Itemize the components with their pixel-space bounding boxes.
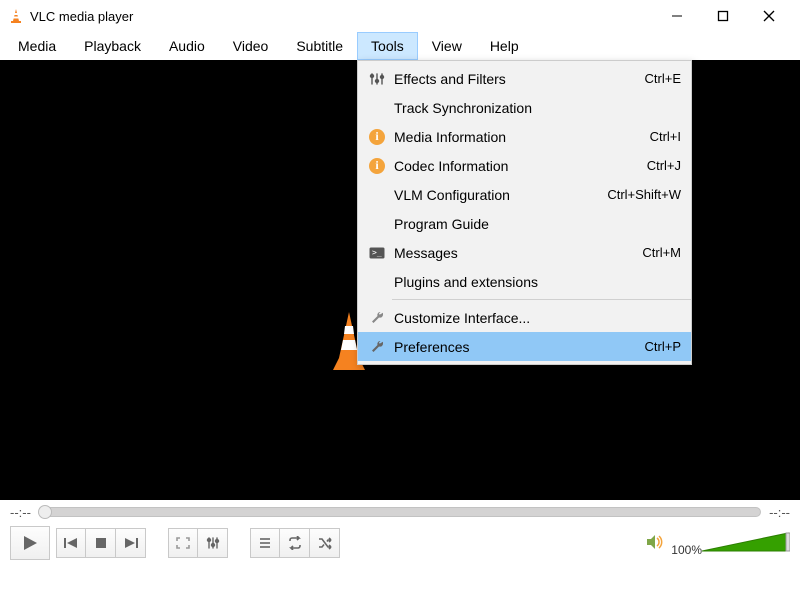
menu-help[interactable]: Help	[476, 32, 533, 60]
wrench-icon	[366, 340, 388, 354]
menu-item-label: Plugins and extensions	[388, 274, 681, 290]
menu-effects-filters[interactable]: Effects and Filters Ctrl+E	[358, 64, 691, 93]
menu-item-label: Preferences	[388, 339, 645, 355]
vlc-cone-icon	[8, 8, 24, 24]
extended-settings-button[interactable]	[198, 528, 228, 558]
menu-item-label: Messages	[388, 245, 642, 261]
play-button[interactable]	[10, 526, 50, 560]
wrench-icon	[366, 311, 388, 325]
seek-thumb[interactable]	[38, 505, 52, 519]
previous-button[interactable]	[56, 528, 86, 558]
menu-item-label: VLM Configuration	[388, 187, 607, 203]
menu-subtitle[interactable]: Subtitle	[282, 32, 357, 60]
menu-messages[interactable]: >_ Messages Ctrl+M	[358, 238, 691, 267]
window-controls	[654, 1, 792, 31]
loop-button[interactable]	[280, 528, 310, 558]
menu-media-information[interactable]: i Media Information Ctrl+I	[358, 122, 691, 151]
menu-item-shortcut: Ctrl+P	[645, 339, 681, 354]
volume-control: 100%	[645, 531, 790, 555]
stop-button[interactable]	[86, 528, 116, 558]
svg-text:>_: >_	[372, 248, 382, 257]
menu-plugins-extensions[interactable]: Plugins and extensions	[358, 267, 691, 296]
shuffle-button[interactable]	[310, 528, 340, 558]
menu-media[interactable]: Media	[4, 32, 70, 60]
menu-vlm-config[interactable]: VLM Configuration Ctrl+Shift+W	[358, 180, 691, 209]
time-elapsed: --:--	[10, 505, 31, 520]
menu-item-shortcut: Ctrl+J	[647, 158, 681, 173]
menu-item-label: Media Information	[388, 129, 650, 145]
titlebar: VLC media player	[0, 0, 800, 32]
info-icon: i	[366, 129, 388, 145]
menu-item-label: Customize Interface...	[388, 310, 681, 326]
menubar: Media Playback Audio Video Subtitle Tool…	[0, 32, 800, 60]
menu-item-label: Program Guide	[388, 216, 681, 232]
menu-track-sync[interactable]: Track Synchronization	[358, 93, 691, 122]
menu-audio[interactable]: Audio	[155, 32, 219, 60]
menu-program-guide[interactable]: Program Guide	[358, 209, 691, 238]
menu-item-shortcut: Ctrl+E	[645, 71, 681, 86]
menu-codec-information[interactable]: i Codec Information Ctrl+J	[358, 151, 691, 180]
minimize-button[interactable]	[654, 1, 700, 31]
window-title: VLC media player	[30, 9, 654, 24]
menu-playback[interactable]: Playback	[70, 32, 155, 60]
maximize-button[interactable]	[700, 1, 746, 31]
playlist-button[interactable]	[250, 528, 280, 558]
volume-percent: 100%	[671, 543, 702, 557]
menu-separator	[392, 299, 691, 300]
info-icon: i	[366, 158, 388, 174]
menu-item-shortcut: Ctrl+Shift+W	[607, 187, 681, 202]
menu-customize-interface[interactable]: Customize Interface...	[358, 303, 691, 332]
menu-item-label: Effects and Filters	[388, 71, 645, 87]
seek-bar[interactable]	[39, 507, 761, 517]
menu-tools[interactable]: Tools	[357, 32, 418, 60]
time-total: --:--	[769, 505, 790, 520]
fullscreen-button[interactable]	[168, 528, 198, 558]
menu-video[interactable]: Video	[219, 32, 283, 60]
menu-item-label: Track Synchronization	[388, 100, 681, 116]
menu-item-shortcut: Ctrl+M	[642, 245, 681, 260]
tools-dropdown: Effects and Filters Ctrl+E Track Synchro…	[357, 60, 692, 365]
playback-controls: 100%	[0, 522, 800, 566]
volume-slider[interactable]	[702, 531, 790, 555]
menu-preferences[interactable]: Preferences Ctrl+P	[358, 332, 691, 361]
terminal-icon: >_	[366, 247, 388, 259]
menu-view[interactable]: View	[418, 32, 476, 60]
sliders-icon	[366, 72, 388, 86]
close-button[interactable]	[746, 1, 792, 31]
menu-item-shortcut: Ctrl+I	[650, 129, 681, 144]
speaker-icon[interactable]	[645, 533, 665, 554]
next-button[interactable]	[116, 528, 146, 558]
seek-row: --:-- --:--	[0, 500, 800, 522]
menu-item-label: Codec Information	[388, 158, 647, 174]
